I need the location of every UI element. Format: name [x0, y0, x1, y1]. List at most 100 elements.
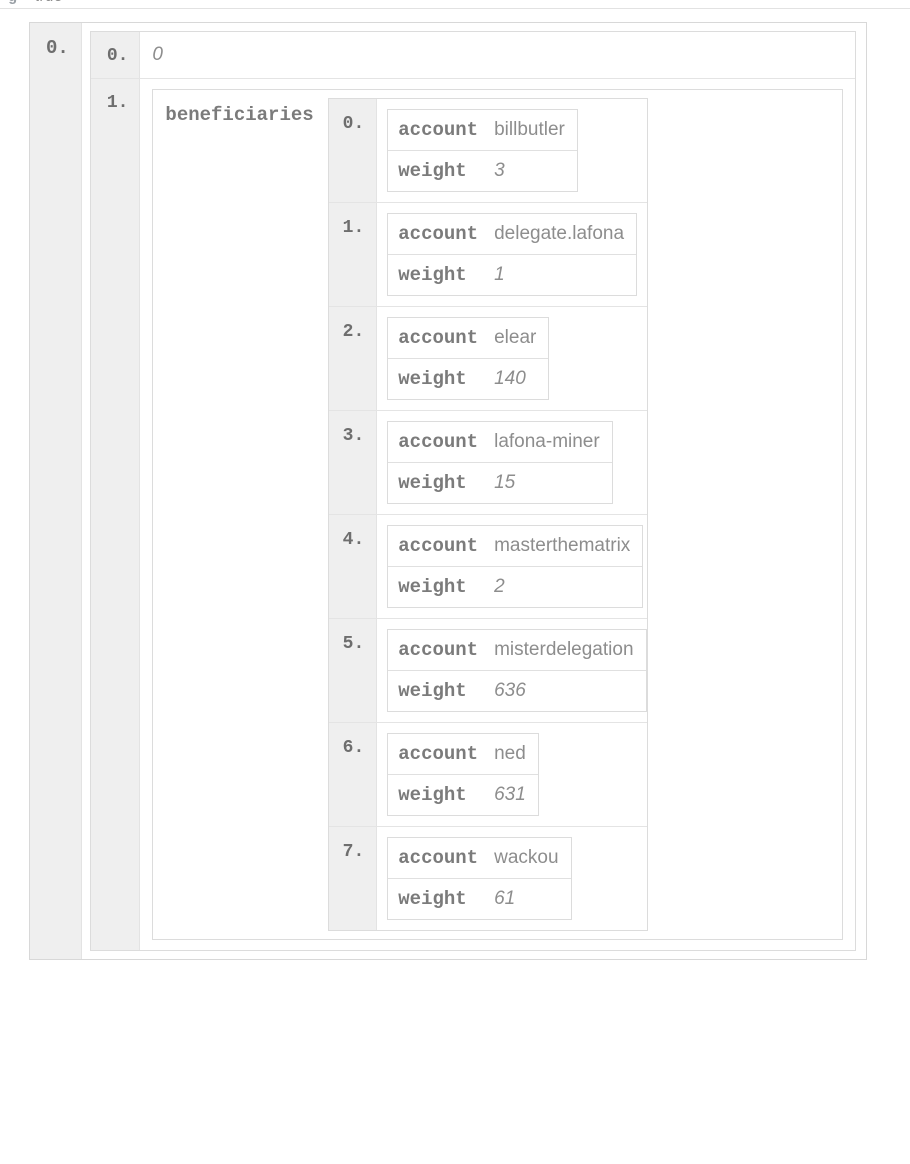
list-item: 5. account — [329, 618, 647, 722]
list-item-index: 0. — [329, 99, 378, 202]
field-row: account ned — [388, 734, 538, 774]
list-item-index: 3. — [329, 410, 378, 514]
beneficiary-fields-table: account ned weight — [387, 733, 539, 816]
scalar-value: 0 — [140, 32, 855, 78]
field-key: account — [388, 734, 484, 774]
root-index-cell: 0. — [30, 23, 82, 959]
list-item-value: account elear weight — [377, 306, 646, 410]
list-item-index: 4. — [329, 514, 378, 618]
field-row: account billbutler — [388, 110, 577, 150]
row-index-cell: 1. — [91, 78, 141, 950]
list-item: 3. account — [329, 410, 647, 514]
field-key: account — [388, 630, 484, 670]
field-value: 3 — [484, 150, 577, 191]
beneficiaries-row: beneficiaries 0. — [153, 90, 842, 939]
field-value: 631 — [484, 774, 538, 815]
list-item: 6. account — [329, 722, 647, 826]
field-value: 1 — [484, 254, 636, 295]
field-row: weight 1 — [388, 254, 636, 295]
field-value: 140 — [484, 358, 548, 399]
field-key: weight — [388, 878, 484, 919]
list-item-value: account misterdelegation weight — [377, 618, 646, 722]
field-row: weight 15 — [388, 462, 611, 503]
beneficiary-fields-table: account misterdelegation weight — [387, 629, 646, 712]
field-value: delegate.lafona — [484, 214, 636, 254]
list-item-value: account wackou weight — [377, 826, 646, 930]
clipped-row-text: gtrue — [8, 0, 63, 6]
field-row: account masterthematrix — [388, 526, 642, 566]
beneficiaries-key: beneficiaries — [153, 90, 325, 939]
field-value: 636 — [484, 670, 645, 711]
field-key: weight — [388, 566, 484, 607]
root-table: 0. 0. 0 — [29, 22, 867, 960]
field-value: 61 — [484, 878, 570, 919]
list-item: 1. account — [329, 202, 647, 306]
field-row: account delegate.lafona — [388, 214, 636, 254]
beneficiary-fields-table: account elear weight — [387, 317, 549, 400]
list-item-index: 2. — [329, 306, 378, 410]
field-key: weight — [388, 774, 484, 815]
list-item-value: account masterthematrix weight — [377, 514, 646, 618]
list-item-index: 7. — [329, 826, 378, 930]
field-value: 15 — [484, 462, 612, 503]
field-key: account — [388, 526, 484, 566]
field-key: weight — [388, 150, 484, 191]
row-index-cell: 0. — [91, 32, 141, 78]
field-value: misterdelegation — [484, 630, 645, 670]
field-key: account — [388, 318, 484, 358]
list-item: 7. account — [329, 826, 647, 930]
field-value: 2 — [484, 566, 642, 607]
field-value: masterthematrix — [484, 526, 642, 566]
field-row: account lafona-miner — [388, 422, 611, 462]
beneficiaries-list-table: 0. account — [328, 98, 648, 931]
field-row: account misterdelegation — [388, 630, 645, 670]
beneficiary-fields-table: account masterthematrix weight — [387, 525, 643, 608]
beneficiaries-value: 0. account — [326, 90, 842, 939]
field-key: weight — [388, 358, 484, 399]
field-row: weight 2 — [388, 566, 642, 607]
field-key: account — [388, 214, 484, 254]
list-item-value: account delegate.lafona weight — [377, 202, 646, 306]
list-item-value: account ned weight — [377, 722, 646, 826]
object-level1-table: 0. 0 1. — [90, 31, 856, 951]
root-row: 0. 0. 0 — [30, 23, 866, 959]
field-key: weight — [388, 254, 484, 295]
list-item: 0. account — [329, 99, 647, 202]
field-row: weight 140 — [388, 358, 548, 399]
row-value-cell: 0 — [140, 32, 855, 78]
beneficiary-fields-table: account wackou weight — [387, 837, 571, 920]
field-row: account wackou — [388, 838, 570, 878]
field-key: weight — [388, 462, 484, 503]
list-item: 2. account — [329, 306, 647, 410]
field-value: ned — [484, 734, 538, 774]
field-row: account elear — [388, 318, 548, 358]
list-item-value: account lafona-miner weight — [377, 410, 646, 514]
beneficiaries-keyvalue-table: beneficiaries 0. — [152, 89, 843, 940]
field-value: lafona-miner — [484, 422, 612, 462]
field-value: wackou — [484, 838, 570, 878]
field-row: weight 636 — [388, 670, 645, 711]
root-value-cell: 0. 0 1. — [82, 23, 866, 959]
field-key: account — [388, 110, 484, 150]
field-key: account — [388, 838, 484, 878]
field-row: weight 61 — [388, 878, 570, 919]
row-value-cell: beneficiaries 0. — [140, 78, 855, 950]
field-row: weight 631 — [388, 774, 538, 815]
object-row: 1. beneficiaries — [91, 78, 855, 950]
field-key: weight — [388, 670, 484, 711]
list-item-index: 5. — [329, 618, 378, 722]
field-row: weight 3 — [388, 150, 577, 191]
clipped-row-value: true — [18, 0, 64, 5]
list-item-index: 6. — [329, 722, 378, 826]
object-row: 0. 0 — [91, 32, 855, 78]
list-item-index: 1. — [329, 202, 378, 306]
field-value: billbutler — [484, 110, 577, 150]
beneficiary-fields-table: account delegate.lafona weight — [387, 213, 637, 296]
list-item-value: account billbutler weight — [377, 99, 646, 202]
clipped-row-key: g — [8, 0, 18, 6]
beneficiary-fields-table: account billbutler weight — [387, 109, 578, 192]
field-value: elear — [484, 318, 548, 358]
list-item: 4. account — [329, 514, 647, 618]
clipped-previous-row: gtrue — [0, 0, 910, 8]
json-tree-viewer: 0. 0. 0 — [0, 9, 910, 960]
